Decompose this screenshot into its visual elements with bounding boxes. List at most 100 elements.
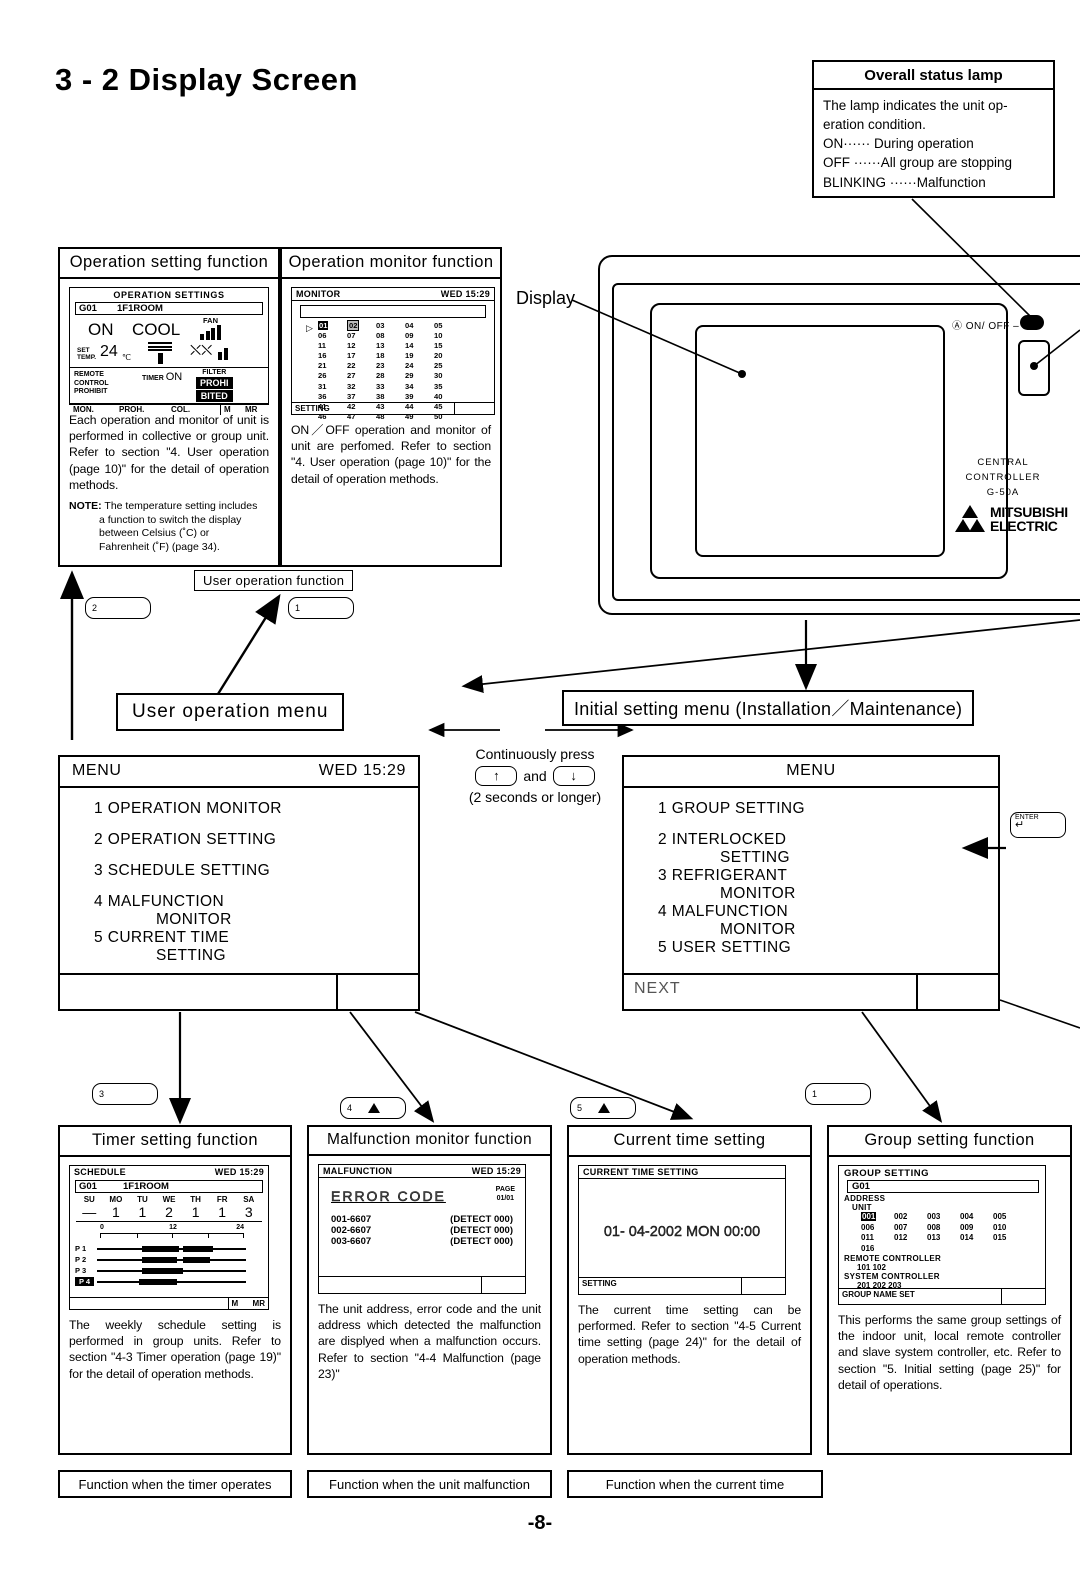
unit-cell[interactable]: 012	[894, 1233, 927, 1244]
lamp-desc-line2: eration condition.	[823, 117, 926, 133]
panel-malfunction-body: The unit address, error code and the uni…	[318, 1302, 541, 1381]
initial-menu-item-5[interactable]: 5 USER SETTING	[658, 939, 998, 957]
monitor-foot-setting[interactable]: SETTING	[292, 403, 454, 414]
monitor-unit-cell[interactable]: 24	[405, 361, 434, 371]
pattern-row-p2[interactable]: P 2	[75, 1254, 268, 1265]
down-key-icon[interactable]: ↓	[552, 766, 595, 787]
unit-cell[interactable]: 014	[960, 1233, 993, 1244]
pattern-row-p3[interactable]: P 3	[75, 1265, 268, 1276]
monitor-unit-cell[interactable]: 03	[376, 321, 405, 331]
current-time-foot-setting[interactable]: SETTING	[579, 1278, 741, 1294]
monitor-unit-cell[interactable]: 13	[376, 341, 405, 351]
unit-cell[interactable]: 003	[927, 1212, 960, 1223]
user-menu-item-2[interactable]: 2 OPERATION SETTING	[94, 831, 418, 849]
monitor-unit-cell[interactable]: 36	[318, 392, 347, 402]
unit-cell[interactable]: 006	[861, 1223, 894, 1234]
initial-menu-title-bar: MENU	[624, 757, 998, 788]
unit-cell[interactable]: 005	[993, 1212, 1026, 1223]
monitor-unit-cell[interactable]: 15	[434, 341, 463, 351]
monitor-unit-cell[interactable]: 37	[347, 392, 376, 402]
panel-operation-setting-body: Each operation and monitor of unit is pe…	[69, 413, 269, 492]
initial-menu-item-3-sub: MONITOR	[720, 885, 796, 902]
monitor-unit-cell[interactable]: 07	[347, 331, 376, 341]
initial-menu-item-4[interactable]: 4 MALFUNCTION MONITOR	[658, 903, 998, 939]
user-menu-foot-label[interactable]	[60, 975, 336, 1009]
panel-operation-setting-note: NOTE: The temperature setting includes a…	[69, 500, 269, 555]
monitor-unit-cell[interactable]: 22	[347, 361, 376, 371]
user-menu-item-4[interactable]: 4 MALFUNCTION MONITOR	[94, 893, 418, 929]
unit-cell[interactable]: 009	[960, 1223, 993, 1234]
monitor-unit-cell[interactable]: 31	[318, 382, 347, 392]
malfunction-row: 002-6607 (DETECT 000)	[319, 1225, 525, 1236]
enter-key-icon[interactable]: ENTER ↵	[1010, 812, 1066, 838]
monitor-unit-cell[interactable]: 11	[318, 341, 347, 351]
monitor-unit-cell[interactable]: 16	[318, 351, 347, 361]
initial-menu-item-2[interactable]: 2 INTERLOCKED SETTING	[658, 831, 998, 867]
monitor-unit-cell[interactable]: 08	[376, 331, 405, 341]
initial-menu-item-3[interactable]: 3 REFRIGERANT MONITOR	[658, 867, 998, 903]
up-key-icon[interactable]: ↑	[475, 766, 518, 787]
monitor-unit-cell[interactable]: 10	[434, 331, 463, 341]
unit-cell[interactable]: 008	[927, 1223, 960, 1234]
tag-2[interactable]: 2	[85, 597, 151, 619]
initial-menu-item-1[interactable]: 1 GROUP SETTING	[658, 800, 998, 818]
unit-cell[interactable]: 011	[861, 1233, 894, 1244]
user-menu-item-5[interactable]: 5 CURRENT TIME SETTING	[94, 929, 418, 965]
device-side-button[interactable]	[1018, 340, 1050, 396]
monitor-unit-cell[interactable]: 05	[434, 321, 463, 331]
unit-cell[interactable]: 016	[861, 1244, 894, 1255]
pattern-row-p1[interactable]: P 1	[75, 1243, 268, 1254]
monitor-unit-cell[interactable]: 27	[347, 371, 376, 381]
tag-1-group[interactable]: 1	[805, 1083, 871, 1105]
monitor-unit-cell[interactable]: 35	[434, 382, 463, 392]
unit-cell[interactable]: 015	[993, 1233, 1026, 1244]
tag-3[interactable]: 3	[92, 1083, 158, 1105]
continuous-press-and: and	[523, 767, 547, 784]
current-time-value[interactable]: 01- 04-2002 MON 00:00	[579, 1224, 785, 1240]
initial-menu-next-button[interactable]: NEXT	[624, 975, 916, 1009]
unit-cell[interactable]: 001	[861, 1212, 894, 1223]
monitor-unit-cell[interactable]: 09	[405, 331, 434, 341]
monitor-unit-cell[interactable]: 18	[376, 351, 405, 361]
monitor-unit-cell[interactable]: 30	[434, 371, 463, 381]
monitor-unit-cell[interactable]: 26	[318, 371, 347, 381]
monitor-unit-cell[interactable]: 32	[347, 382, 376, 392]
monitor-unit-cell[interactable]: 33	[376, 382, 405, 392]
monitor-unit-cell[interactable]: 40	[434, 392, 463, 402]
monitor-unit-cell[interactable]: 17	[347, 351, 376, 361]
monitor-unit-cell[interactable]: 06	[318, 331, 347, 341]
user-menu-item-1[interactable]: 1 OPERATION MONITOR	[94, 800, 418, 818]
pattern-row-p4[interactable]: P 4	[75, 1276, 268, 1287]
monitor-unit-cell[interactable]: 04	[405, 321, 434, 331]
monitor-unit-cell[interactable]: 38	[376, 392, 405, 402]
current-time-screen: CURRENT TIME SETTING 01- 04-2002 MON 00:…	[578, 1165, 786, 1295]
group-name-set-button[interactable]: GROUP NAME SET	[839, 1289, 1001, 1304]
tag-1-user[interactable]: 1	[288, 597, 354, 619]
monitor-unit-cell[interactable]: 39	[405, 392, 434, 402]
tag-4[interactable]: 4	[340, 1097, 406, 1119]
group-setting-group-field[interactable]: G01	[847, 1180, 1039, 1193]
pattern-label: P 1	[75, 1244, 87, 1253]
monitor-unit-cell[interactable]: 20	[434, 351, 463, 361]
monitor-unit-cell[interactable]: 21	[318, 361, 347, 371]
monitor-unit-cell[interactable]: 28	[376, 371, 405, 381]
unit-cell[interactable]: 010	[993, 1223, 1026, 1234]
monitor-unit-cell[interactable]: 01	[318, 321, 347, 331]
group-setting-remote-values[interactable]: 101 102	[857, 1263, 1045, 1272]
malfunction-code: 003-6607	[331, 1236, 372, 1247]
monitor-unit-cell[interactable]: 29	[405, 371, 434, 381]
monitor-unit-cell[interactable]: 23	[376, 361, 405, 371]
user-menu-item-3[interactable]: 3 SCHEDULE SETTING	[94, 862, 418, 880]
monitor-unit-cell[interactable]: 14	[405, 341, 434, 351]
monitor-unit-cell[interactable]: 02	[347, 320, 376, 331]
unit-cell[interactable]: 004	[960, 1212, 993, 1223]
tag-5[interactable]: 5	[570, 1097, 636, 1119]
unit-cell[interactable]: 002	[894, 1212, 927, 1223]
monitor-unit-cell[interactable]: 19	[405, 351, 434, 361]
unit-cell[interactable]: 007	[894, 1223, 927, 1234]
monitor-unit-cell[interactable]: 34	[405, 382, 434, 392]
unit-cell[interactable]: 013	[927, 1233, 960, 1244]
monitor-unit-cell[interactable]: 12	[347, 341, 376, 351]
monitor-unit-cell[interactable]: 25	[434, 361, 463, 371]
user-menu-foot-right	[336, 975, 418, 1009]
